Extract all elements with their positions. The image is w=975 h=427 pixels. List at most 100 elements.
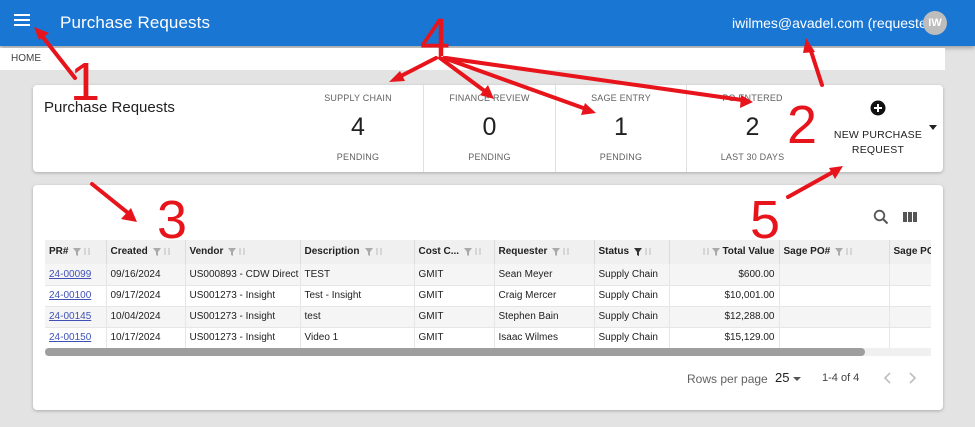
table-row[interactable]: 24-00100 09/17/2024 US001273 - Insight T…: [45, 285, 931, 307]
summary-title: Purchase Requests: [44, 99, 175, 116]
cell-status: Supply Chain: [594, 264, 670, 286]
page-range: 1-4 of 4: [822, 372, 860, 384]
stat-value: 2: [745, 113, 760, 141]
col-vendor[interactable]: Vendor: [185, 240, 301, 264]
user-email[interactable]: iwilmes@avadel.com (requester): [732, 15, 936, 31]
cell-created: 09/17/2024: [106, 285, 186, 307]
stat-sub: PENDING: [599, 152, 643, 162]
sort-icon[interactable]: [845, 247, 853, 256]
scrollbar-thumb[interactable]: [45, 348, 865, 356]
cell-cost-center: GMIT: [414, 306, 495, 328]
plus-circle-icon: [870, 100, 886, 116]
cell-vendor: US000893 - CDW Direct: [185, 264, 301, 286]
cell-status: Supply Chain: [594, 327, 670, 349]
cell-description: Video 1: [300, 327, 415, 349]
stat-label: SAGE ENTRY: [591, 93, 651, 103]
filter-icon[interactable]: [152, 247, 161, 256]
cell-requester: Isaac Wilmes: [494, 327, 595, 349]
sort-icon[interactable]: [83, 247, 91, 256]
stat-po-entered[interactable]: PO ENTERED 2 LAST 30 DAYS: [687, 85, 818, 172]
summary-card: Purchase Requests SUPPLY CHAIN 4 PENDING…: [33, 85, 943, 172]
table-row[interactable]: 24-00099 09/16/2024 US000893 - CDW Direc…: [45, 264, 931, 286]
cell-description: test: [300, 306, 415, 328]
cell-requester: Craig Mercer: [494, 285, 595, 307]
sort-icon[interactable]: [474, 247, 482, 256]
annotation-arrowhead: [389, 71, 405, 82]
cell-vendor: US001273 - Insight: [185, 306, 301, 328]
col-requester[interactable]: Requester: [494, 240, 595, 264]
cell-total-value: $15,129.00: [669, 327, 780, 349]
cell-vendor: US001273 - Insight: [185, 285, 301, 307]
col-status[interactable]: Status: [594, 240, 670, 264]
cell-description: Test - Insight: [300, 285, 415, 307]
avatar[interactable]: IW: [923, 11, 947, 35]
table-row[interactable]: 24-00145 10/04/2024 US001273 - Insight t…: [45, 306, 931, 328]
cell-cost-center: GMIT: [414, 264, 495, 286]
horizontal-scrollbar[interactable]: [45, 348, 931, 356]
filter-icon[interactable]: [634, 247, 643, 256]
filter-icon[interactable]: [364, 247, 373, 256]
cell-total-value: $12,288.00: [669, 306, 780, 328]
cell-created: 10/04/2024: [106, 306, 186, 328]
filter-icon[interactable]: [464, 247, 473, 256]
pr-link[interactable]: 24-00099: [49, 269, 91, 280]
chevron-right-icon[interactable]: [905, 371, 919, 385]
stat-finance-review[interactable]: FINANCE REVIEW 0 PENDING: [424, 85, 556, 172]
table-header-row: PR# Created Vendor Description Cost C...…: [45, 240, 931, 264]
sort-icon[interactable]: [702, 247, 710, 256]
new-pr-label-line1: NEW PURCHASE: [833, 129, 923, 141]
col-total-value[interactable]: Total Value: [669, 240, 780, 264]
table-row[interactable]: 24-00150 10/17/2024 US001273 - Insight V…: [45, 327, 931, 349]
cell-sage-po-2: [889, 285, 931, 307]
rows-per-page-select[interactable]: 25: [775, 370, 802, 385]
cell-sage-po-2: [889, 327, 931, 349]
cell-requester: Stephen Bain: [494, 306, 595, 328]
col-created[interactable]: Created: [106, 240, 186, 264]
stat-sage-entry[interactable]: SAGE ENTRY 1 PENDING: [556, 85, 687, 172]
sort-icon[interactable]: [562, 247, 570, 256]
columns-icon[interactable]: [902, 209, 918, 225]
sort-icon[interactable]: [238, 247, 246, 256]
cell-created: 10/17/2024: [106, 327, 186, 349]
filter-icon[interactable]: [552, 247, 561, 256]
cell-cost-center: GMIT: [414, 327, 495, 349]
stat-supply-chain[interactable]: SUPPLY CHAIN 4 PENDING: [293, 85, 424, 172]
breadcrumb-home[interactable]: HOME: [11, 53, 41, 64]
cell-sage-po-2: [889, 264, 931, 286]
stat-sub: LAST 30 DAYS: [720, 152, 785, 162]
sort-icon[interactable]: [163, 247, 171, 256]
col-pr[interactable]: PR#: [45, 240, 107, 264]
cell-status: Supply Chain: [594, 306, 670, 328]
stat-value: 4: [351, 113, 365, 141]
cell-sage-po: [779, 264, 890, 286]
col-description[interactable]: Description: [300, 240, 415, 264]
menu-icon[interactable]: [14, 13, 36, 33]
caret-down-icon[interactable]: [928, 125, 938, 131]
col-cost-center[interactable]: Cost C...: [414, 240, 495, 264]
new-purchase-request-button[interactable]: NEW PURCHASE REQUEST: [828, 100, 928, 166]
filter-icon[interactable]: [228, 247, 237, 256]
cell-total-value: $10,001.00: [669, 285, 780, 307]
col-sage-po-2[interactable]: Sage PO: [889, 240, 931, 264]
col-sage-po[interactable]: Sage PO#: [779, 240, 890, 264]
caret-down-icon: [793, 377, 802, 381]
rows-per-page-label: Rows per page: [687, 372, 768, 386]
cell-sage-po: [779, 327, 890, 349]
filter-icon[interactable]: [835, 247, 844, 256]
pagination: Rows per page 25 1-4 of 4: [33, 369, 943, 389]
cell-sage-po: [779, 306, 890, 328]
breadcrumb: HOME: [0, 48, 945, 70]
stat-value: 0: [482, 113, 497, 141]
cell-status: Supply Chain: [594, 285, 670, 307]
sort-icon[interactable]: [375, 247, 383, 256]
filter-icon[interactable]: [711, 247, 720, 256]
sort-icon[interactable]: [644, 247, 652, 256]
search-icon[interactable]: [873, 209, 889, 225]
cell-cost-center: GMIT: [414, 285, 495, 307]
pr-link[interactable]: 24-00100: [49, 290, 91, 301]
filter-icon[interactable]: [73, 247, 82, 256]
pr-link[interactable]: 24-00150: [49, 332, 91, 343]
pr-link[interactable]: 24-00145: [49, 311, 91, 322]
cell-vendor: US001273 - Insight: [185, 327, 301, 349]
chevron-left-icon[interactable]: [881, 371, 895, 385]
